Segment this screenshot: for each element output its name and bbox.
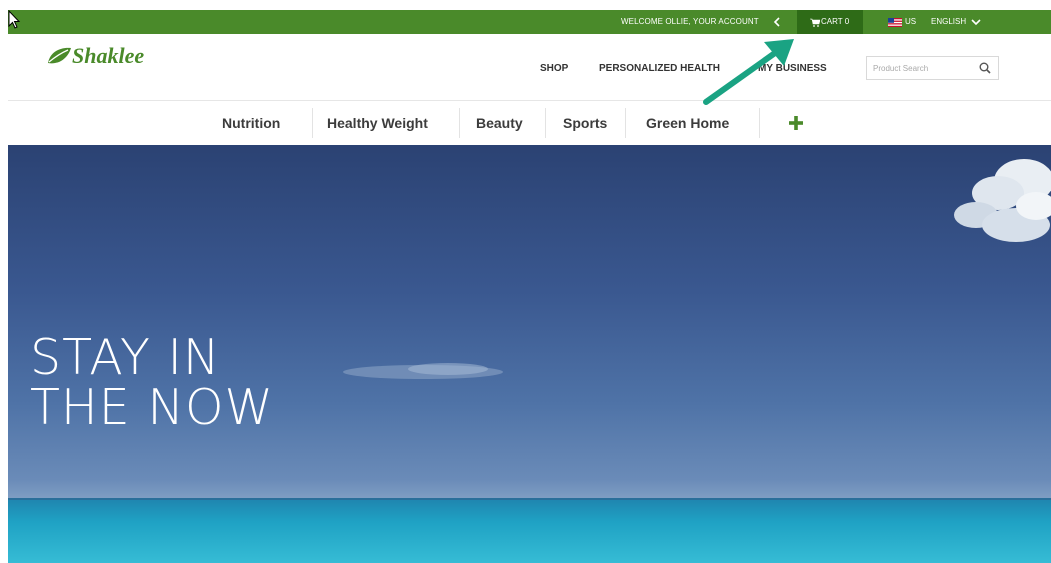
nav-shop[interactable]: SHOP [540,62,568,76]
category-beauty[interactable]: Beauty [476,114,523,132]
category-nutrition[interactable]: Nutrition [222,114,280,132]
leaf-logo-icon [48,47,71,64]
search-icon[interactable] [979,62,991,74]
search-input[interactable] [873,61,973,75]
chevron-down-icon[interactable] [970,18,982,27]
country-selector[interactable]: US [905,10,916,34]
category-separator [459,108,460,138]
hero-headline: STAY IN THE NOW [30,333,274,433]
utility-bar: WELCOME OLLIE, YOUR ACCOUNT CART 0 US EN… [8,10,1051,34]
category-separator [545,108,546,138]
category-separator [759,108,760,138]
cart-label: CART 0 [821,17,850,26]
category-separator [625,108,626,138]
cloud-image [954,159,1051,242]
plus-icon[interactable] [789,116,803,130]
cloud-wisp-image [343,363,503,379]
logo-wordmark: Shaklee [72,43,145,68]
shaklee-logo[interactable]: Shaklee [46,42,186,70]
us-flag-icon[interactable] [888,18,902,27]
category-green-home[interactable]: Green Home [646,114,729,132]
language-selector[interactable]: ENGLISH [931,10,966,34]
hero-headline-line2: THE NOW [30,379,274,436]
hero-headline-line1: STAY IN [30,329,221,386]
header-divider [8,100,1051,101]
mouse-cursor-icon [8,10,21,29]
category-separator [312,108,313,138]
category-healthy-weight[interactable]: Healthy Weight [327,114,428,132]
sea-image [8,500,1051,563]
browser-viewport: WELCOME OLLIE, YOUR ACCOUNT CART 0 US EN… [8,10,1051,563]
annotation-arrow-icon [703,39,794,105]
hero-banner[interactable]: STAY IN THE NOW [8,145,1051,563]
category-sports[interactable]: Sports [563,114,607,132]
search-box[interactable] [866,56,999,80]
cart-icon [810,18,820,27]
chevron-left-icon[interactable] [772,16,782,28]
